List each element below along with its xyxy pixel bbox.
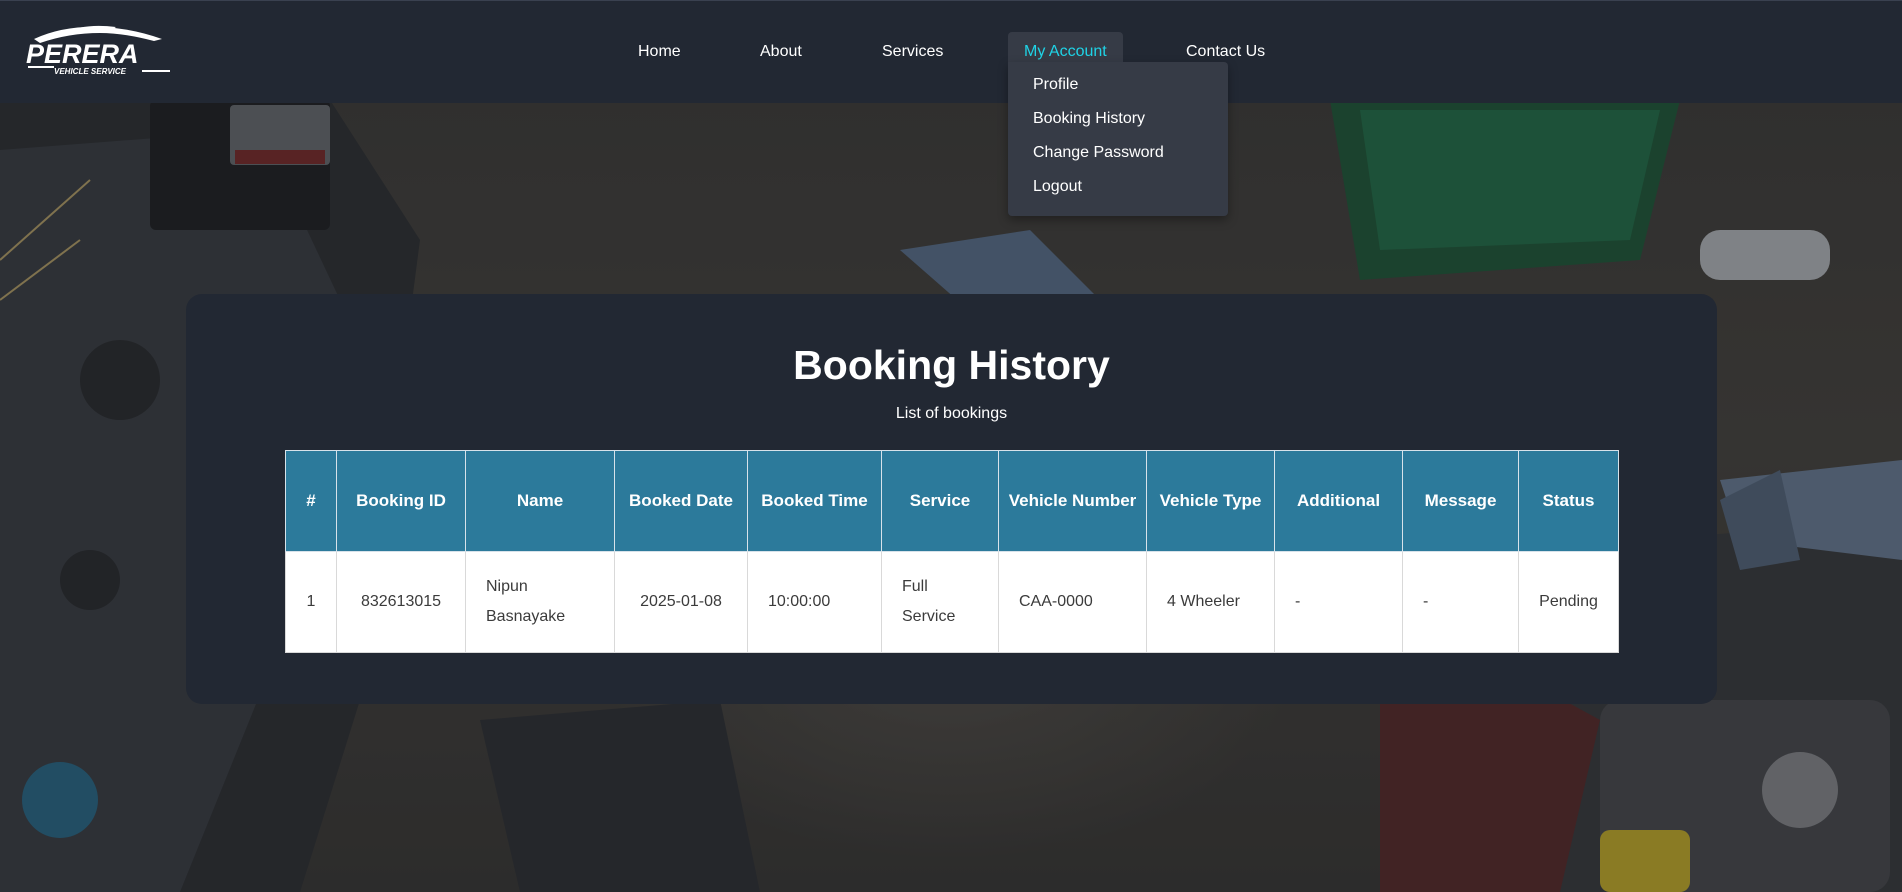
cell-booked-time: 10:00:00 bbox=[747, 551, 882, 653]
column-header: Name bbox=[465, 450, 615, 552]
column-header: Vehicle Type bbox=[1146, 450, 1275, 552]
cell-vehicle-number: CAA-0000 bbox=[998, 551, 1147, 653]
column-header: Vehicle Number bbox=[998, 450, 1147, 552]
column-header: # bbox=[285, 450, 337, 552]
logo-subtext: VEHICLE SERVICE bbox=[54, 67, 127, 76]
brand-logo[interactable]: PERERA VEHICLE SERVICE bbox=[24, 23, 172, 79]
column-header: Booked Date bbox=[614, 450, 748, 552]
column-header: Booked Time bbox=[747, 450, 882, 552]
cell-service: Full Service bbox=[881, 551, 999, 653]
cell-name: Nipun Basnayake bbox=[465, 551, 615, 653]
cell-booking-id: 832613015 bbox=[336, 551, 466, 653]
table-row: 1 832613015 Nipun Basnayake 2025-01-08 1… bbox=[285, 551, 1619, 653]
cell-vehicle-type: 4 Wheeler bbox=[1146, 551, 1275, 653]
page-subtitle: List of bookings bbox=[895, 405, 1008, 422]
column-header: Service bbox=[881, 450, 999, 552]
menu-item-booking-history[interactable]: Booking History bbox=[1033, 110, 1145, 128]
table-header-row: # Booking ID Name Booked Date Booked Tim… bbox=[285, 450, 1619, 552]
menu-item-logout[interactable]: Logout bbox=[1033, 178, 1082, 196]
cell-booked-date: 2025-01-08 bbox=[614, 551, 748, 653]
nav-home[interactable]: Home bbox=[622, 32, 697, 72]
menu-item-change-password[interactable]: Change Password bbox=[1033, 144, 1164, 162]
column-header: Status bbox=[1518, 450, 1619, 552]
cell-number: 1 bbox=[285, 551, 337, 653]
column-header: Booking ID bbox=[336, 450, 466, 552]
account-dropdown-menu: Profile Booking History Change Password … bbox=[1008, 62, 1228, 216]
cell-additional: - bbox=[1274, 551, 1403, 653]
column-header: Additional bbox=[1274, 450, 1403, 552]
bookings-table: # Booking ID Name Booked Date Booked Tim… bbox=[285, 450, 1619, 653]
cell-status: Pending bbox=[1518, 551, 1619, 653]
cell-message: - bbox=[1402, 551, 1519, 653]
page-title: Booking History bbox=[793, 342, 1110, 388]
nav-services[interactable]: Services bbox=[866, 32, 959, 72]
nav-about[interactable]: About bbox=[744, 32, 818, 72]
navbar: PERERA VEHICLE SERVICE Home About Servic… bbox=[0, 0, 1902, 103]
column-header: Message bbox=[1402, 450, 1519, 552]
menu-item-profile[interactable]: Profile bbox=[1033, 76, 1078, 94]
logo-text: PERERA bbox=[26, 39, 139, 69]
booking-history-card: Booking History List of bookings # Booki… bbox=[186, 294, 1717, 704]
